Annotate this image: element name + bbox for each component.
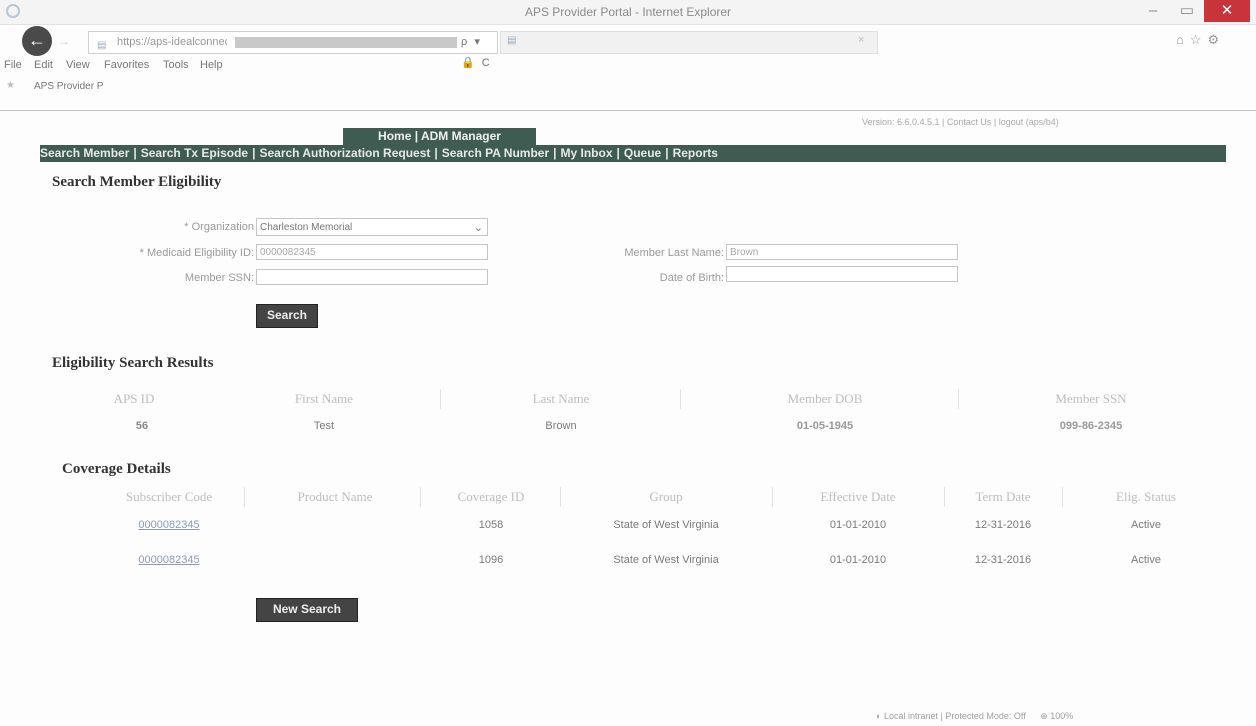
col-last-name: Last Name <box>532 391 590 406</box>
search-button[interactable]: Search <box>256 304 318 328</box>
menu-bar: File Edit View Favorites Tools Help <box>0 55 1256 75</box>
cell-term-date: 12-31-2016 <box>974 519 1032 531</box>
toolbar-icons[interactable]: ⌂☆⚙ <box>1176 32 1225 48</box>
dob-input[interactable] <box>726 266 958 282</box>
favorites-bar: ★ APS Provider P <box>0 78 1256 96</box>
menu-edit[interactable]: Edit <box>34 59 53 71</box>
cell-first-name: Test <box>313 420 335 432</box>
medicaid-id-label: * Medicaid Eligibility ID: <box>139 247 254 259</box>
status-zone: Local intranet | Protected Mode: Off <box>883 711 1026 721</box>
status-bar: ◐ Local intranet | Protected Mode: Off ⊕… <box>876 711 1073 722</box>
col-divider <box>1062 487 1063 507</box>
favorite-link[interactable]: APS Provider P <box>34 81 103 92</box>
back-arrow-icon: ← <box>28 30 46 50</box>
nav-my-inbox[interactable]: My Inbox <box>560 146 612 160</box>
col-first-name: First Name <box>294 391 354 406</box>
medicaid-id-input[interactable]: 0000082345 <box>256 244 488 260</box>
organization-label: * Organization <box>184 221 254 233</box>
col-member-ssn: Member SSN <box>1055 391 1127 406</box>
organization-value: Charleston Memorial <box>260 222 353 233</box>
col-divider <box>440 389 441 409</box>
cell-last-name: Brown <box>545 420 577 432</box>
cell-group: State of West Virginia <box>613 554 719 566</box>
zoom-icon[interactable]: ⊕ <box>1040 711 1048 721</box>
nav-search-tx-episode[interactable]: Search Tx Episode <box>141 146 248 160</box>
col-aps-id: APS ID <box>113 391 155 406</box>
zoom-level[interactable]: 100% <box>1050 711 1073 721</box>
col-divider <box>944 487 945 507</box>
back-button[interactable]: ← <box>22 26 52 56</box>
menu-view[interactable]: View <box>66 59 90 71</box>
url-text: https://aps-idealconnect.dev.org <box>117 36 227 48</box>
cell-group: State of West Virginia <box>613 519 719 531</box>
cell-coverage-id: 1058 <box>478 519 504 531</box>
col-elig-status: Elig. Status <box>1116 489 1176 504</box>
col-divider <box>560 487 561 507</box>
cell-aps-id: 56 <box>135 420 149 432</box>
browser-tab[interactable]: ▤ <box>500 31 878 54</box>
nav-search-authorization[interactable]: Search Authorization Request <box>259 146 430 160</box>
cell-member-ssn: 099-86-2345 <box>1059 420 1123 432</box>
coverage-section-title: Coverage Details <box>62 461 171 477</box>
last-name-label: Member Last Name: <box>624 247 724 259</box>
cell-term-date: 12-31-2016 <box>974 554 1032 566</box>
col-member-dob: Member DOB <box>787 391 863 406</box>
subscriber-code-link[interactable]: 0000082345 <box>138 554 199 566</box>
nav-search-pa-number[interactable]: Search PA Number <box>442 146 549 160</box>
menu-file[interactable]: File <box>4 59 22 71</box>
redacted-url-segment <box>235 37 457 48</box>
cell-elig-status: Active <box>1131 519 1161 531</box>
address-bar[interactable]: ▤ https://aps-idealconnect.dev.org ρ ▾ 🔒… <box>88 31 498 69</box>
organization-select[interactable]: Charleston Memorial ⌄ <box>256 218 488 236</box>
col-divider <box>244 487 245 507</box>
col-effective-date: Effective Date <box>820 489 896 504</box>
nav-reports[interactable]: Reports <box>673 146 718 160</box>
cell-elig-status: Active <box>1131 554 1161 566</box>
nav-queue[interactable]: Queue <box>624 146 661 160</box>
tab-page-icon: ▤ <box>507 35 517 46</box>
col-divider <box>772 487 773 507</box>
page-icon: ▤ <box>97 40 107 51</box>
cell-member-dob: 01-05-1945 <box>796 420 854 432</box>
subscriber-code-link[interactable]: 0000082345 <box>138 519 199 531</box>
cell-effective-date: 01-01-2010 <box>829 519 887 531</box>
divider <box>0 110 1256 111</box>
version-info[interactable]: Version: 6.6.0.4.5.1 | Contact Us | logo… <box>862 117 1059 127</box>
forward-button[interactable]: → <box>58 34 70 48</box>
maximize-button[interactable]: ▭ <box>1170 0 1204 22</box>
search-section-title: Search Member Eligibility <box>52 174 222 190</box>
col-product-name: Product Name <box>297 489 373 504</box>
col-subscriber-code: Subscriber Code <box>125 489 213 504</box>
ie-logo-icon <box>6 4 20 18</box>
favorites-star-icon: ★ <box>6 80 15 91</box>
col-coverage-id: Coverage ID <box>457 489 525 504</box>
col-divider <box>680 389 681 409</box>
chevron-down-icon: ⌄ <box>473 222 483 234</box>
col-term-date: Term Date <box>975 489 1031 504</box>
cell-effective-date: 01-01-2010 <box>829 554 887 566</box>
close-button[interactable]: ✕ <box>1204 0 1250 22</box>
main-nav: Search Member | Search Tx Episode | Search A… <box>40 145 1226 162</box>
col-divider <box>958 389 959 409</box>
ssn-label: Member SSN: <box>184 272 254 284</box>
new-search-button[interactable]: New Search <box>256 598 358 622</box>
table-row: 0000082345 <box>94 519 244 531</box>
results-section-title: Eligibility Search Results <box>52 355 214 371</box>
menu-favorites[interactable]: Favorites <box>104 59 149 71</box>
menu-tools[interactable]: Tools <box>163 59 189 71</box>
table-row: 0000082345 <box>94 554 244 566</box>
globe-icon: ◐ <box>876 711 882 721</box>
dob-label: Date of Birth: <box>659 272 724 284</box>
home-tab[interactable]: Home | ADM Manager <box>343 128 536 145</box>
col-group: Group <box>649 489 683 504</box>
col-divider <box>420 487 421 507</box>
window-title: APS Provider Portal - Internet Explorer <box>524 5 732 19</box>
menu-help[interactable]: Help <box>200 59 223 71</box>
minimize-button[interactable]: – <box>1136 0 1170 22</box>
last-name-input[interactable]: Brown <box>726 244 958 260</box>
tab-close-icon[interactable]: × <box>858 34 864 46</box>
cell-coverage-id: 1096 <box>478 554 504 566</box>
ssn-input[interactable] <box>256 269 488 285</box>
nav-search-member[interactable]: Search Member <box>40 146 129 160</box>
